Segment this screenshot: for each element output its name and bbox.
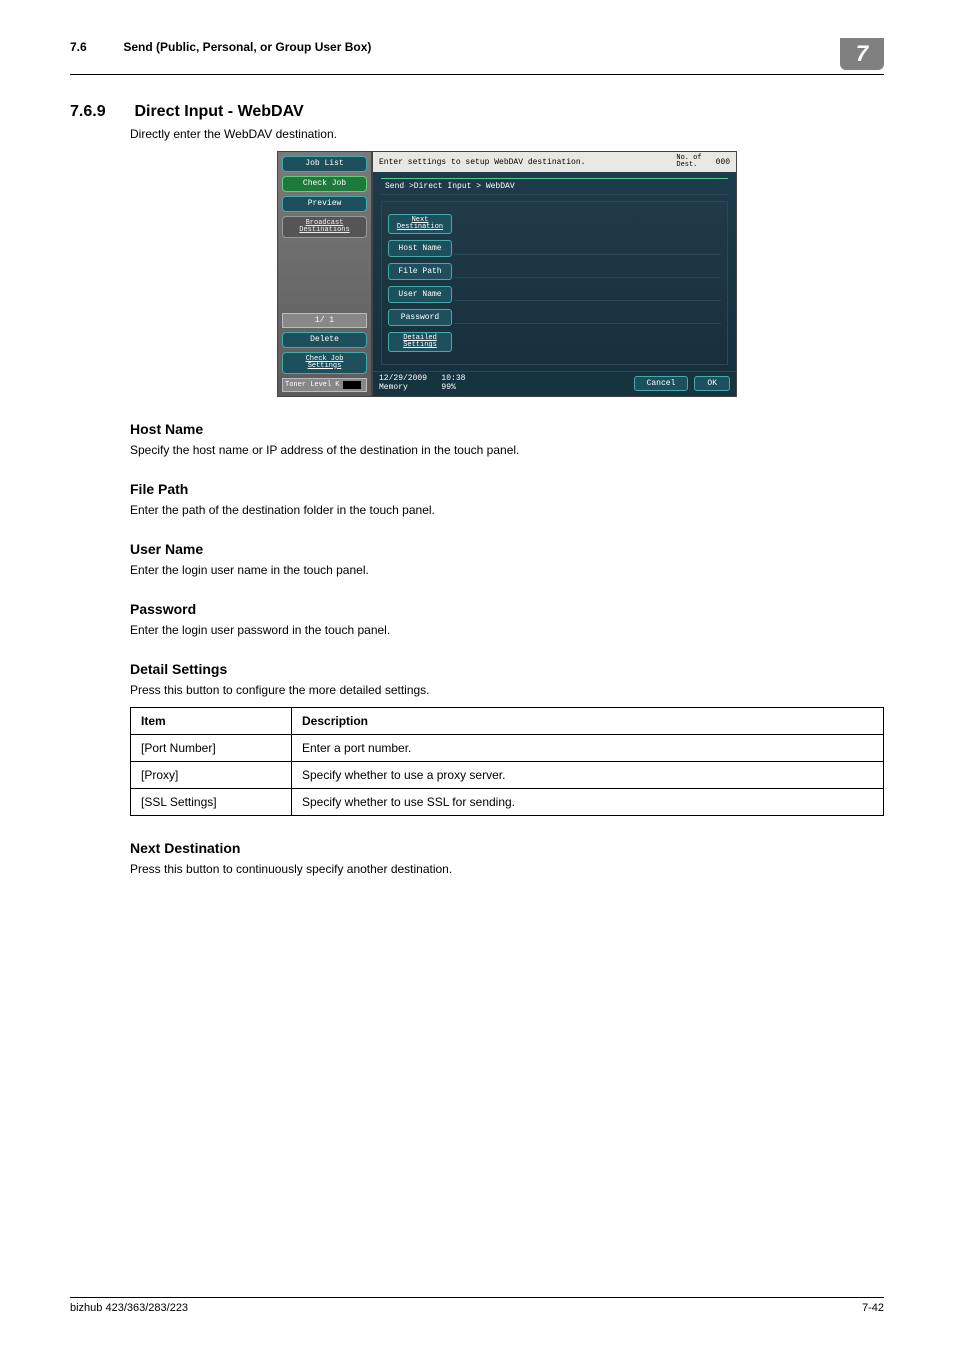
file-path-heading: File Path [130,481,884,497]
password-heading: Password [130,601,884,617]
footer-left: bizhub 423/363/283/223 [70,1302,188,1314]
detail-settings-text: Press this button to configure the more … [130,683,884,697]
file-path-text: Enter the path of the destination folder… [130,503,884,517]
header-section-number: 7.6 [70,40,120,54]
user-name-heading: User Name [130,541,884,557]
panel-memory-label: Memory [379,383,408,392]
toner-bar-icon [343,381,361,389]
next-destination-heading: Next Destination [130,840,884,856]
page-footer: bizhub 423/363/283/223 7-42 [70,1297,884,1314]
cancel-button[interactable]: Cancel [634,376,689,391]
password-button[interactable]: Password [388,309,452,326]
host-name-button[interactable]: Host Name [388,240,452,257]
check-job-button[interactable]: Check Job [282,176,367,192]
next-destination-button[interactable]: Next Destination [388,214,452,234]
table-cell-desc: Enter a port number. [292,734,884,761]
section-title: Direct Input - WebDAV [134,103,303,120]
toner-level-label: Toner Level [285,381,331,389]
job-list-button[interactable]: Job List [282,156,367,172]
panel-top-message: Enter settings to setup WebDAV destinati… [379,158,585,167]
user-name-button[interactable]: User Name [388,286,452,303]
table-row: [Proxy] Specify whether to use a proxy s… [131,761,884,788]
panel-main-area: Send >Direct Input > WebDAV Next Destina… [373,172,736,371]
header-section-title: Send (Public, Personal, or Group User Bo… [123,40,371,54]
host-name-field[interactable] [454,240,721,255]
broadcast-destinations-button[interactable]: Broadcast Destinations [282,216,367,238]
toner-level: Toner Level K [282,378,367,392]
panel-right-column: Enter settings to setup WebDAV destinati… [372,151,737,397]
section-number: 7.6.9 [70,103,130,121]
panel-bottom-bar: 12/29/2009 10:38 Memory 99% Cancel OK [373,371,736,396]
dest-count-value: 000 [716,158,730,167]
section-intro: Directly enter the WebDAV destination. [130,127,884,141]
chapter-tab: 7 [840,38,884,70]
password-text: Enter the login user password in the tou… [130,623,884,637]
table-header-item: Item [131,707,292,734]
panel-memory-value: 99% [441,383,455,392]
header-left: 7.6 Send (Public, Personal, or Group Use… [70,40,371,54]
ok-button[interactable]: OK [694,376,730,391]
detail-settings-heading: Detail Settings [130,661,884,677]
file-path-field[interactable] [454,263,721,278]
host-name-heading: Host Name [130,421,884,437]
panel-time: 10:38 [441,374,465,383]
table-row: [Port Number] Enter a port number. [131,734,884,761]
breadcrumb: Send >Direct Input > WebDAV [381,178,728,195]
footer-right: 7-42 [862,1302,884,1314]
user-name-field[interactable] [454,286,721,301]
table-cell-item: [Port Number] [131,734,292,761]
password-field[interactable] [454,309,721,324]
panel-date: 12/29/2009 [379,374,427,383]
user-name-text: Enter the login user name in the touch p… [130,563,884,577]
page-indicator: 1/ 1 [282,313,367,328]
table-cell-item: [Proxy] [131,761,292,788]
host-name-text: Specify the host name or IP address of t… [130,443,884,457]
running-header: 7.6 Send (Public, Personal, or Group Use… [70,40,884,75]
delete-button[interactable]: Delete [282,332,367,348]
panel-left-column: Job List Check Job Preview Broadcast Des… [277,151,372,397]
detailed-settings-button[interactable]: Detailed Settings [388,332,452,352]
panel-datetime: 12/29/2009 10:38 Memory 99% [379,375,465,393]
dest-count-label: No. of Dest. [676,155,701,169]
check-job-settings-button[interactable]: Check Job Settings [282,352,367,374]
table-header-description: Description [292,707,884,734]
panel-figure: Job List Check Job Preview Broadcast Des… [277,151,737,397]
table-cell-item: [SSL Settings] [131,788,292,815]
toner-k-label: K [335,381,339,389]
file-path-button[interactable]: File Path [388,263,452,280]
next-destination-text: Press this button to continuously specif… [130,862,884,876]
table-cell-desc: Specify whether to use SSL for sending. [292,788,884,815]
section-heading: 7.6.9 Direct Input - WebDAV [70,103,884,121]
detail-settings-table: Item Description [Port Number] Enter a p… [130,707,884,816]
table-cell-desc: Specify whether to use a proxy server. [292,761,884,788]
panel-top-bar: Enter settings to setup WebDAV destinati… [373,152,736,172]
preview-button[interactable]: Preview [282,196,367,212]
table-row: [SSL Settings] Specify whether to use SS… [131,788,884,815]
